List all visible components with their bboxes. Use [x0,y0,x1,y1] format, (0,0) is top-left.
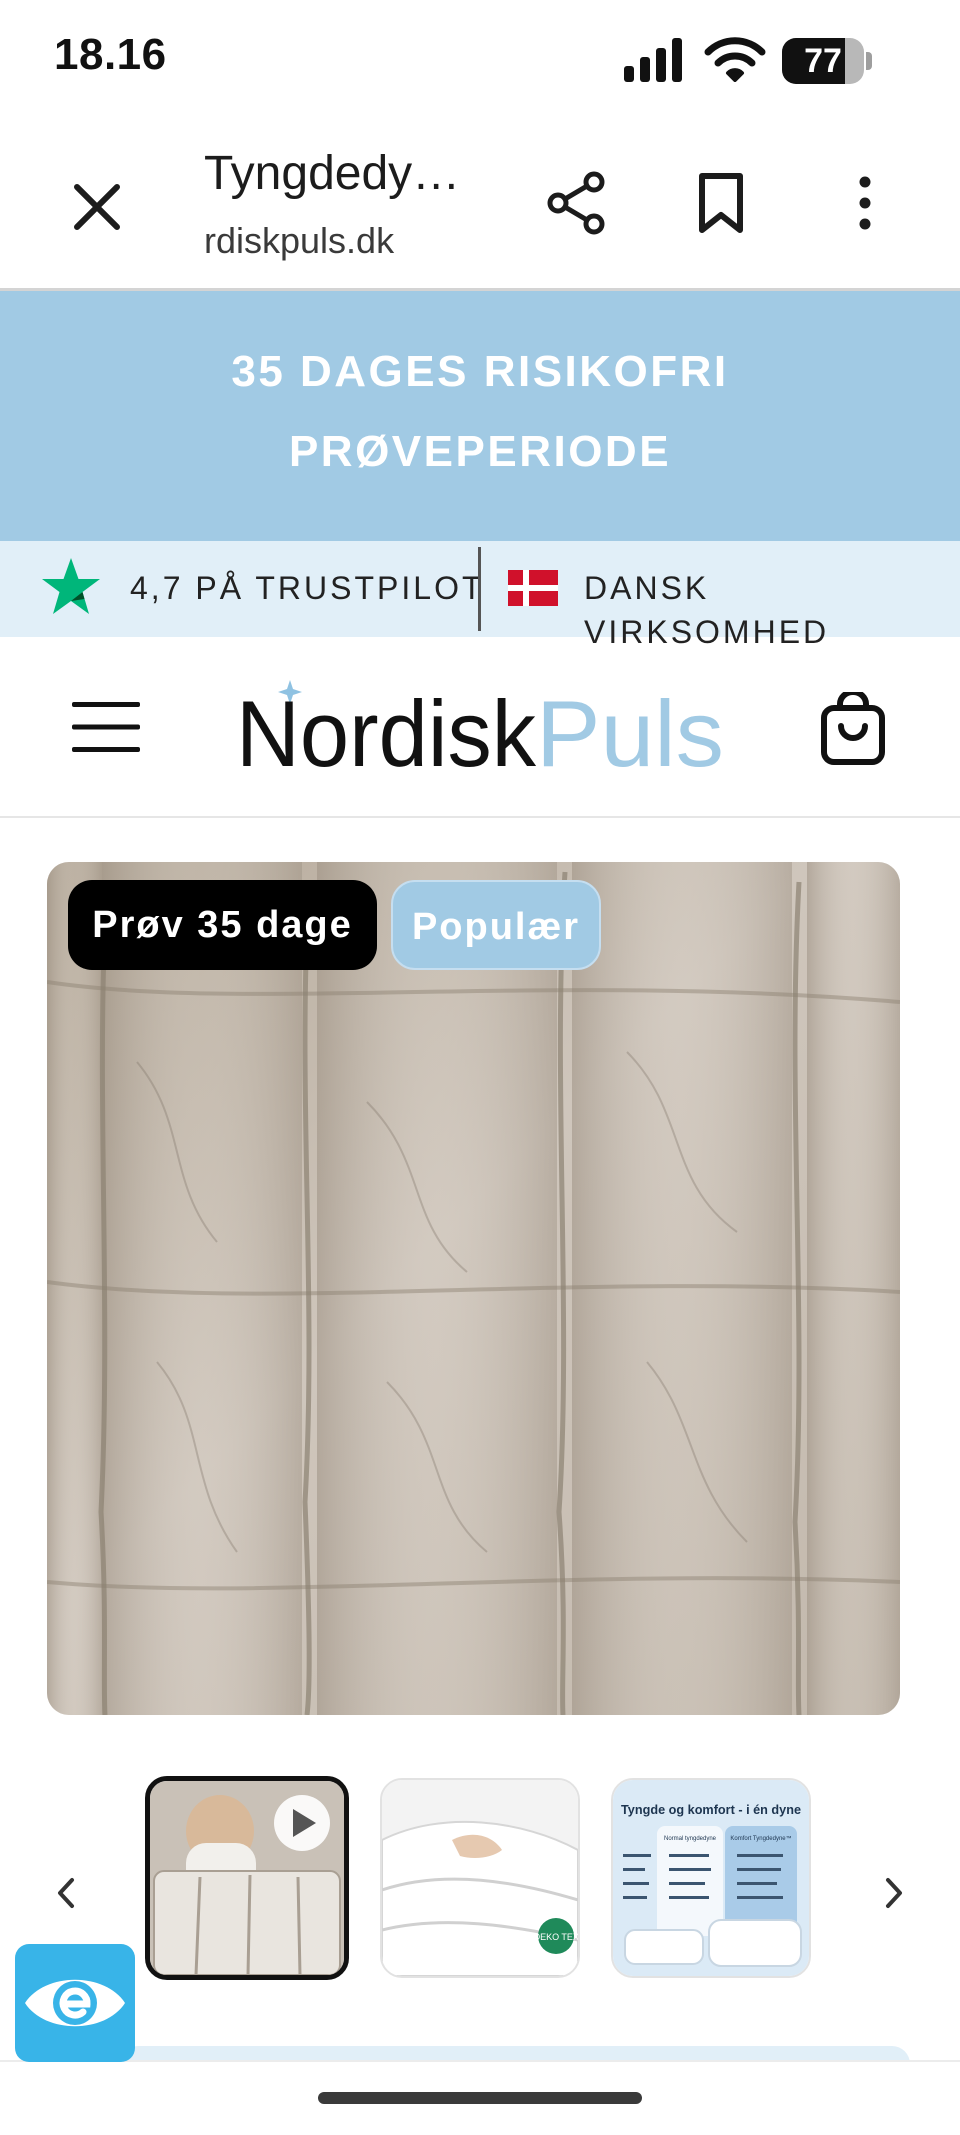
trustpilot-star-icon [42,558,100,614]
promo-line-2: PRØVEPERIODE [288,427,672,476]
badge-popular: Populær [391,880,601,970]
danish-company-label: DANSK VIRKSOMHED [584,570,830,650]
header-divider [0,816,960,818]
logo-nordisk: Nordisk [236,681,537,776]
page-title[interactable]: Tyngdedy… [204,146,460,201]
home-indicator[interactable] [318,2092,642,2104]
nordiskpuls-logo[interactable]: Nordisk Puls [236,676,726,776]
cellular-signal-icon [624,38,682,82]
status-time: 18.16 [54,30,167,79]
chevron-left-icon[interactable] [48,1870,84,1916]
share-icon[interactable] [542,168,612,238]
battery-indicator: 77 [782,38,874,84]
comparison-col-normal: Normal tyngdedyne [664,1836,717,1842]
comparison-title: Tyngde og komfort - i én dyne [621,1802,801,1817]
browser-toolbar [0,120,960,288]
close-icon[interactable] [62,172,132,242]
promo-banner[interactable]: 35 DAGES RISIKOFRI PRØVEPERIODE [0,291,960,541]
thumbnail-comparison[interactable]: Tyngde og komfort - i én dyne Normal tyn… [611,1778,811,1978]
shopping-bag-icon[interactable] [818,692,888,766]
oeko-tex-label: OEKO TEX [533,1932,578,1942]
promo-line-1: 35 DAGES RISIKOFRI [231,347,729,396]
logo-puls: Puls [536,681,724,776]
thumbnail-duvet-hand[interactable]: OEKO TEX [380,1778,580,1978]
wifi-icon [704,37,766,82]
trust-divider [478,547,481,631]
page-url[interactable]: rdiskpuls.dk [204,220,394,262]
more-vertical-icon[interactable] [830,168,900,238]
chevron-right-icon[interactable] [876,1870,912,1916]
eye-icon [25,1979,125,2027]
danish-flag-icon [508,570,558,606]
trustpilot-rating[interactable]: 4,7 PÅ TRUSTPILOT [130,566,485,610]
comparison-col-komfort: Komfort Tyngdedyne™ [730,1835,791,1842]
thumbnail-video[interactable] [145,1776,349,1980]
battery-percent: 77 [804,42,842,80]
product-image-duvet[interactable] [47,862,900,1715]
hamburger-menu-icon[interactable] [72,700,140,754]
badge-trial-period: Prøv 35 dage [68,880,377,970]
accessibility-widget-button[interactable] [15,1944,135,2062]
bookmark-icon[interactable] [686,168,756,238]
